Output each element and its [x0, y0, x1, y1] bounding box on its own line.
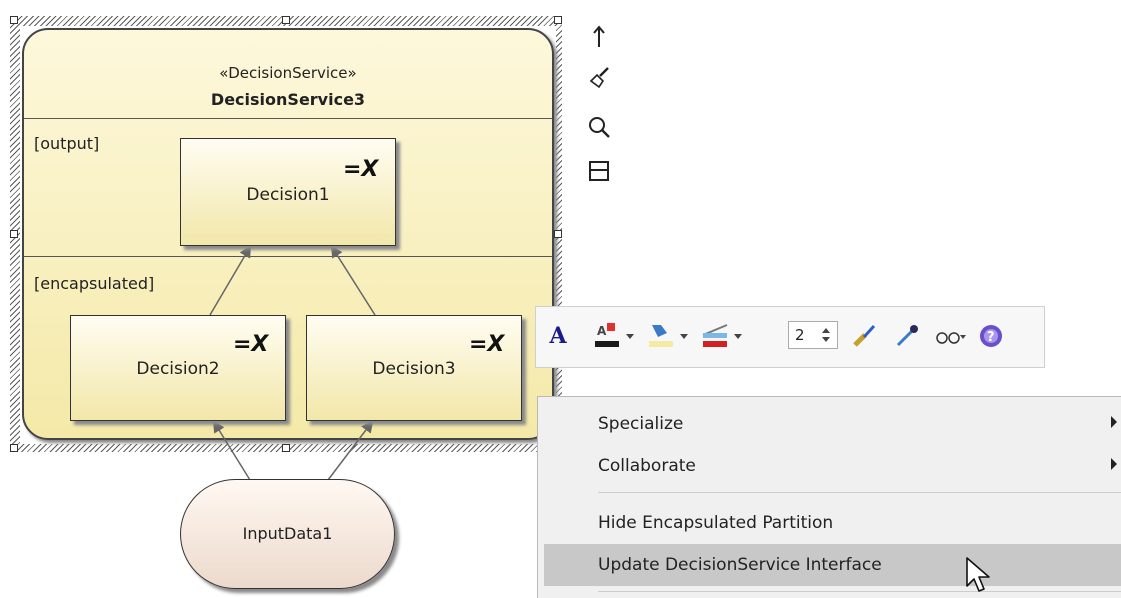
svg-text:?: ? — [987, 330, 995, 345]
input-data-node[interactable]: InputData1 — [180, 479, 395, 589]
menu-item-hide-encapsulated-label: Hide Encapsulated Partition — [598, 513, 834, 533]
line-width-stepper[interactable]: 2 — [788, 321, 838, 349]
decision-node-3-symbol: =X — [469, 332, 505, 357]
menu-item-specialize[interactable]: Specialize — [538, 403, 1121, 445]
stepper-arrows-icon[interactable] — [821, 327, 831, 343]
line-color-icon[interactable] — [700, 319, 730, 353]
partition-icon[interactable] — [586, 158, 612, 184]
menu-item-collaborate-label: Collaborate — [598, 456, 696, 476]
magnifier-icon[interactable] — [586, 114, 612, 140]
decision-node-2[interactable]: Decision2 =X — [70, 315, 286, 421]
font-color-icon[interactable]: A — [592, 319, 622, 353]
paint-brush-icon[interactable] — [586, 64, 612, 90]
eyedropper-icon[interactable] — [892, 319, 922, 353]
mouse-cursor-icon — [966, 557, 990, 592]
submenu-arrow-icon — [1111, 416, 1117, 428]
submenu-arrow-icon — [1111, 458, 1117, 470]
format-toolbar: A A 2 ? — [535, 306, 1045, 368]
arrow-up-icon[interactable] — [586, 24, 612, 50]
decision-node-1-symbol: =X — [343, 157, 379, 182]
menu-item-specialize-label: Specialize — [598, 414, 684, 434]
connector-decision3-to-decision1 — [330, 245, 376, 316]
decision-node-3[interactable]: Decision3 =X — [306, 315, 522, 421]
line-width-value: 2 — [795, 326, 805, 344]
fill-color-icon[interactable] — [646, 319, 676, 353]
format-painter-icon[interactable] — [850, 319, 880, 353]
decision-node-1[interactable]: Decision1 =X — [180, 138, 396, 246]
menu-separator — [598, 591, 1121, 592]
decision-node-1-label: Decision1 — [246, 185, 330, 205]
menu-item-update-decisionservice-interface[interactable]: Update DecisionService Interface — [544, 544, 1121, 586]
svg-text:A: A — [597, 324, 607, 338]
fill-color-dropdown-icon[interactable] — [678, 319, 690, 353]
menu-item-update-interface-label: Update DecisionService Interface — [598, 555, 882, 575]
connector-input-to-decision2 — [212, 420, 251, 481]
menu-item-collaborate[interactable]: Collaborate — [538, 445, 1121, 487]
menu-separator — [598, 492, 1121, 493]
menu-item-hide-encapsulated-partition[interactable]: Hide Encapsulated Partition — [538, 502, 1121, 544]
decision-node-3-label: Decision3 — [372, 359, 456, 379]
line-color-dropdown-icon[interactable] — [732, 319, 744, 353]
font-icon[interactable]: A — [544, 319, 572, 353]
view-options-icon[interactable] — [934, 319, 968, 353]
help-icon[interactable]: ? — [974, 319, 1008, 353]
input-data-label: InputData1 — [242, 524, 333, 543]
connector-input-to-decision3 — [327, 420, 374, 481]
decision-node-2-label: Decision2 — [136, 359, 220, 379]
font-color-dropdown-icon[interactable] — [624, 319, 636, 353]
connector-decision2-to-decision1 — [209, 245, 252, 316]
decision-node-2-symbol: =X — [233, 332, 269, 357]
context-menu: Specialize Collaborate Hide Encapsulated… — [537, 396, 1121, 598]
